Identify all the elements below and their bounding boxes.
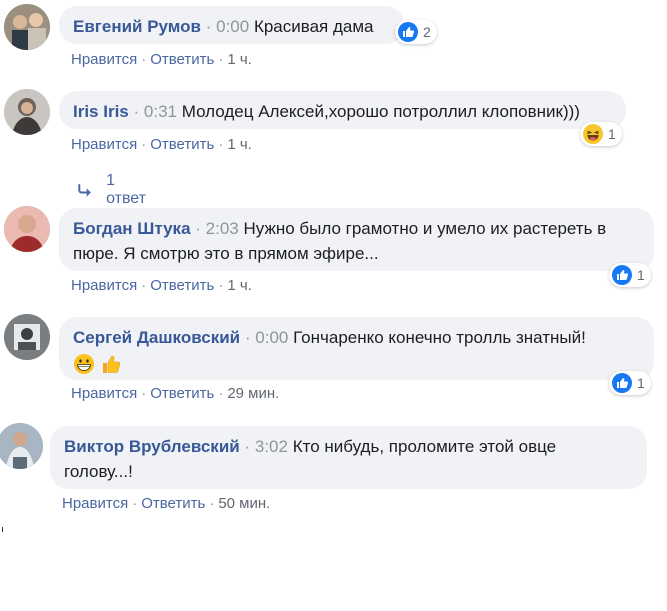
separator: ·	[141, 136, 147, 153]
reaction-count[interactable]: 1	[580, 122, 622, 146]
separator: ·	[133, 102, 140, 121]
avatar[interactable]	[4, 314, 50, 360]
comment-text-line: голову...!	[64, 462, 133, 481]
like-link[interactable]: Нравится	[62, 495, 128, 512]
comment-bubble: Евгений Румов · 0:00 Красивая дама	[59, 6, 404, 44]
avatar[interactable]	[4, 4, 50, 50]
comment-actions: Нравится · Ответить · 1 ч.	[71, 277, 252, 294]
separator: ·	[218, 51, 224, 68]
comment-bubble: Iris Iris · 0:31 Молодец Алексей,хорошо …	[59, 91, 626, 129]
comment-age[interactable]: 1 ч.	[227, 51, 252, 68]
view-replies-link[interactable]: 1 ответ	[76, 172, 150, 208]
comment-text: Молодец Алексей,хорошо потроллил клоповн…	[181, 102, 580, 121]
separator: ·	[141, 385, 147, 402]
reply-link[interactable]: Ответить	[150, 136, 214, 153]
separator: ·	[244, 437, 251, 456]
separator: ·	[195, 219, 201, 238]
avatar[interactable]	[4, 89, 50, 135]
comment-actions: Нравится · Ответить · 29 мин.	[71, 385, 279, 402]
comment-author[interactable]: Виктор Врублевский	[64, 437, 240, 456]
comment-age[interactable]: 29 мин.	[227, 385, 279, 402]
like-icon	[398, 22, 418, 42]
thumbs-up-emoji	[102, 355, 120, 373]
separator: ·	[132, 495, 138, 512]
comment-author[interactable]: Iris Iris	[73, 102, 129, 121]
reply-link[interactable]: Ответить	[150, 385, 214, 402]
comment-bubble: Сергей Дашковский · 0:00 Гончаренко коне…	[59, 317, 654, 380]
separator: ·	[218, 277, 224, 294]
video-timestamp[interactable]: 0:00	[216, 17, 249, 36]
like-link[interactable]: Нравится	[71, 51, 137, 68]
comment-text-line: пюре. Я смотрю это в прямом эфире...	[73, 244, 379, 263]
reaction-count[interactable]: 2	[395, 20, 437, 44]
separator: ·	[209, 495, 215, 512]
replies-count: 1 ответ	[106, 172, 146, 207]
comment-actions: Нравится · Ответить · 50 мин.	[62, 495, 270, 512]
separator: ·	[141, 51, 147, 68]
reaction-number: 1	[637, 267, 645, 283]
separator: ·	[218, 385, 224, 402]
comment-text: Гончаренко конечно тролль знатный!	[293, 328, 586, 347]
like-link[interactable]: Нравится	[71, 136, 137, 153]
comment-bubble: Виктор Врублевский · 3:02 Кто нибудь, пр…	[50, 426, 647, 489]
comment-age[interactable]: 1 ч.	[227, 277, 252, 294]
comment-actions: Нравится · Ответить · 1 ч.	[71, 51, 252, 68]
cursor-mark	[2, 527, 3, 532]
avatar[interactable]	[0, 423, 43, 469]
haha-icon	[583, 124, 603, 144]
reaction-number: 1	[608, 126, 616, 142]
reply-arrow-icon	[78, 184, 91, 197]
comment-text: Красивая дама	[253, 17, 374, 36]
grinning-face-emoji	[74, 353, 94, 374]
comment-age[interactable]: 1 ч.	[227, 136, 252, 153]
video-timestamp[interactable]: 0:31	[144, 102, 177, 121]
comment-actions: Нравится · Ответить · 1 ч.	[71, 136, 252, 153]
comment-author[interactable]: Богдан Штука	[73, 219, 191, 238]
video-timestamp[interactable]: 2:03	[206, 219, 239, 238]
like-icon	[612, 373, 632, 393]
separator: ·	[205, 17, 212, 36]
comment-author[interactable]: Сергей Дашковский	[73, 328, 240, 347]
reaction-count[interactable]: 1	[609, 263, 651, 287]
comment-bubble: Богдан Штука · 2:03 Нужно было грамотно …	[59, 208, 654, 271]
comment-age[interactable]: 50 мин.	[218, 495, 270, 512]
comment-text-line: Кто нибудь, проломите этой овце	[292, 437, 557, 456]
reaction-number: 2	[423, 24, 431, 40]
comment-author[interactable]: Евгений Румов	[73, 17, 201, 36]
avatar[interactable]	[4, 206, 50, 252]
separator: ·	[244, 328, 251, 347]
reaction-number: 1	[637, 375, 645, 391]
comment-text-line: Нужно было грамотно и умело их растереть…	[243, 219, 607, 238]
like-link[interactable]: Нравится	[71, 385, 137, 402]
reply-link[interactable]: Ответить	[150, 277, 214, 294]
video-timestamp[interactable]: 3:02	[255, 437, 288, 456]
reaction-count[interactable]: 1	[609, 371, 651, 395]
like-link[interactable]: Нравится	[71, 277, 137, 294]
video-timestamp[interactable]: 0:00	[255, 328, 288, 347]
like-icon	[612, 265, 632, 285]
reply-link[interactable]: Ответить	[141, 495, 205, 512]
reply-link[interactable]: Ответить	[150, 51, 214, 68]
separator: ·	[141, 277, 147, 294]
separator: ·	[218, 136, 224, 153]
